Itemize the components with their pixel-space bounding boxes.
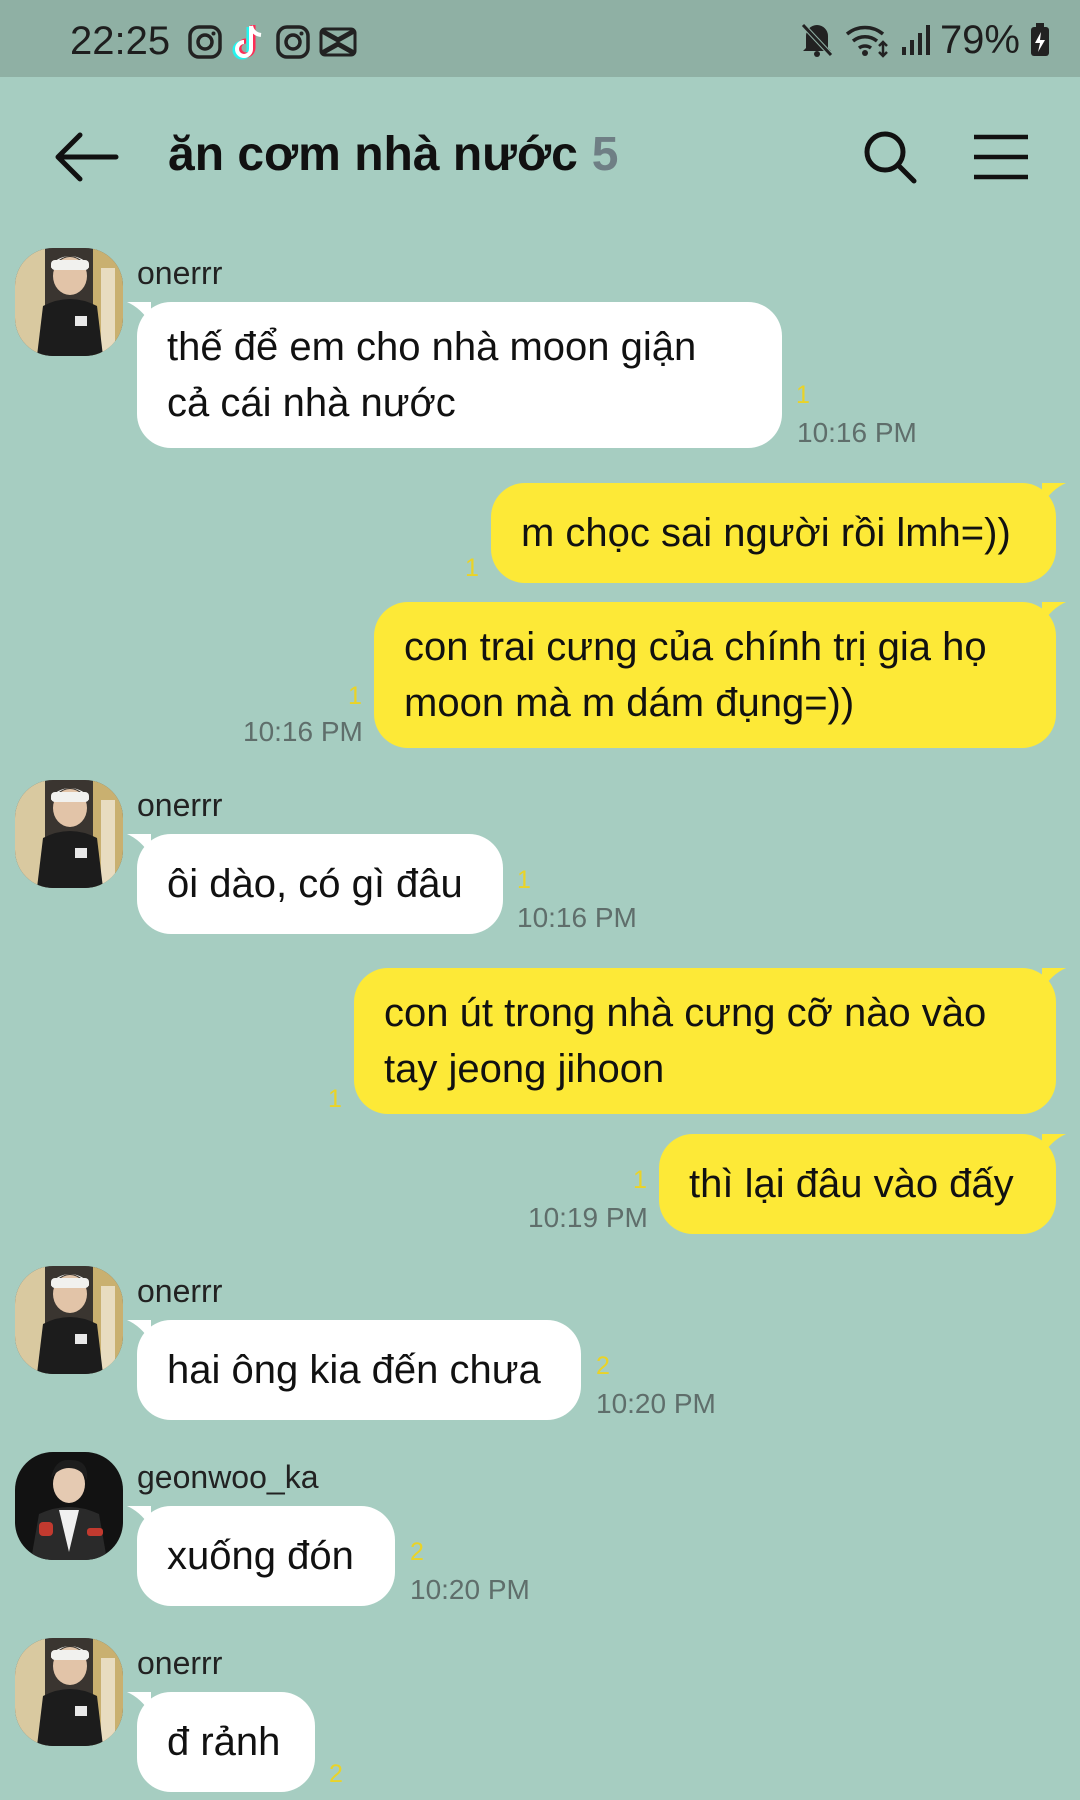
avatar-image [15,1266,123,1374]
sender-name: onerrr [137,255,223,291]
menu-button[interactable] [972,132,1030,182]
search-icon [864,131,917,184]
unread-count: 1 [465,554,479,582]
hamburger-menu-icon [974,134,1028,180]
message-time: 10:19 PM [528,1202,648,1233]
wifi-icon [844,22,890,58]
sender-name: onerrr [137,1645,223,1681]
message-text: m chọc sai người rồi lmh=)) [521,511,1011,555]
message-text: con út trong nhà cưng cỡ nào vào tay jeo… [384,991,987,1091]
message-time: 10:16 PM [797,417,917,448]
unread-count: 1 [517,866,531,894]
bubble-tail [1042,483,1066,505]
message-bubble[interactable]: thế để em cho nhà moon giận cả cái nhà n… [127,302,782,448]
chat-title-text: ăn cơm nhà nước [168,128,578,181]
message-bubble[interactable]: con trai cưng của chính trị gia họ moon … [374,602,1066,748]
capcut-icon [319,27,357,57]
unread-count: 1 [348,682,362,710]
back-arrow-icon [55,132,119,182]
notification-icons [187,22,357,62]
chat-title[interactable]: ăn cơm nhà nước 5 [168,127,618,182]
bubble-tail [1042,1134,1066,1156]
message-time: 10:16 PM [243,716,363,747]
bubble-tail [1042,602,1066,624]
status-bar: 22:25 79% [0,0,1080,77]
sender-name: onerrr [137,787,223,823]
message-text: con trai cưng của chính trị gia họ moon … [404,625,987,725]
bubble-tail [1042,968,1066,990]
message-bubble[interactable]: m chọc sai người rồi lmh=)) [491,483,1066,583]
sender-name: onerrr [137,1273,223,1309]
battery-charging-icon [1030,23,1050,57]
mute-icon [800,22,834,58]
sender-name: geonwoo_ka [137,1459,319,1495]
avatar[interactable] [15,1638,123,1746]
search-button[interactable] [860,127,920,187]
message-bubble[interactable]: xuống đón [127,1506,395,1606]
message-text: hai ông kia đến chưa [167,1348,541,1392]
message-time: 10:20 PM [596,1388,716,1419]
unread-count: 2 [329,1760,343,1788]
bubble-tail [127,1320,151,1342]
chat-header: ăn cơm nhà nước 5 [0,77,1080,237]
message-bubble[interactable]: hai ông kia đến chưa [127,1320,581,1420]
avatar[interactable] [15,780,123,888]
message-bubble[interactable]: ôi dào, có gì đâu [127,834,503,934]
unread-count: 1 [796,381,810,409]
avatar[interactable] [15,1452,123,1560]
unread-count: 2 [410,1538,424,1566]
bubble-tail [127,834,151,856]
bubble-tail [127,1506,151,1528]
back-button[interactable] [50,127,120,187]
instagram-icon [187,24,223,60]
system-icons: 79% [800,18,1050,62]
message-bubble[interactable]: con út trong nhà cưng cỡ nào vào tay jeo… [354,968,1066,1114]
unread-count: 1 [328,1085,342,1113]
bubble-tail [127,1692,151,1714]
avatar[interactable] [15,248,123,356]
message-text: đ rảnh [167,1720,281,1764]
member-count: 5 [591,128,619,181]
avatar-image [15,1638,123,1746]
battery-percent: 79% [939,17,1020,62]
bubble-tail [127,302,151,324]
message-text: xuống đón [167,1534,354,1578]
avatar[interactable] [15,1266,123,1374]
message-time: 10:20 PM [410,1574,530,1605]
message-bubble[interactable]: đ rảnh [127,1692,315,1792]
unread-count: 1 [633,1166,647,1194]
message-bubble[interactable]: thì lại đâu vào đấy [659,1134,1066,1234]
avatar-image [15,248,123,356]
message-time: 10:16 PM [517,902,637,933]
unread-count: 2 [596,1352,610,1380]
avatar-image [15,780,123,888]
message-text: thế để em cho nhà moon giận cả cái nhà n… [167,325,697,425]
avatar-image [15,1452,123,1560]
message-text: thì lại đâu vào đấy [689,1162,1014,1206]
signal-icon [900,23,930,57]
tiktok-icon [231,23,267,61]
message-text: ôi dào, có gì đâu [167,862,463,906]
status-time: 22:25 [70,19,171,63]
instagram-icon [275,24,311,60]
